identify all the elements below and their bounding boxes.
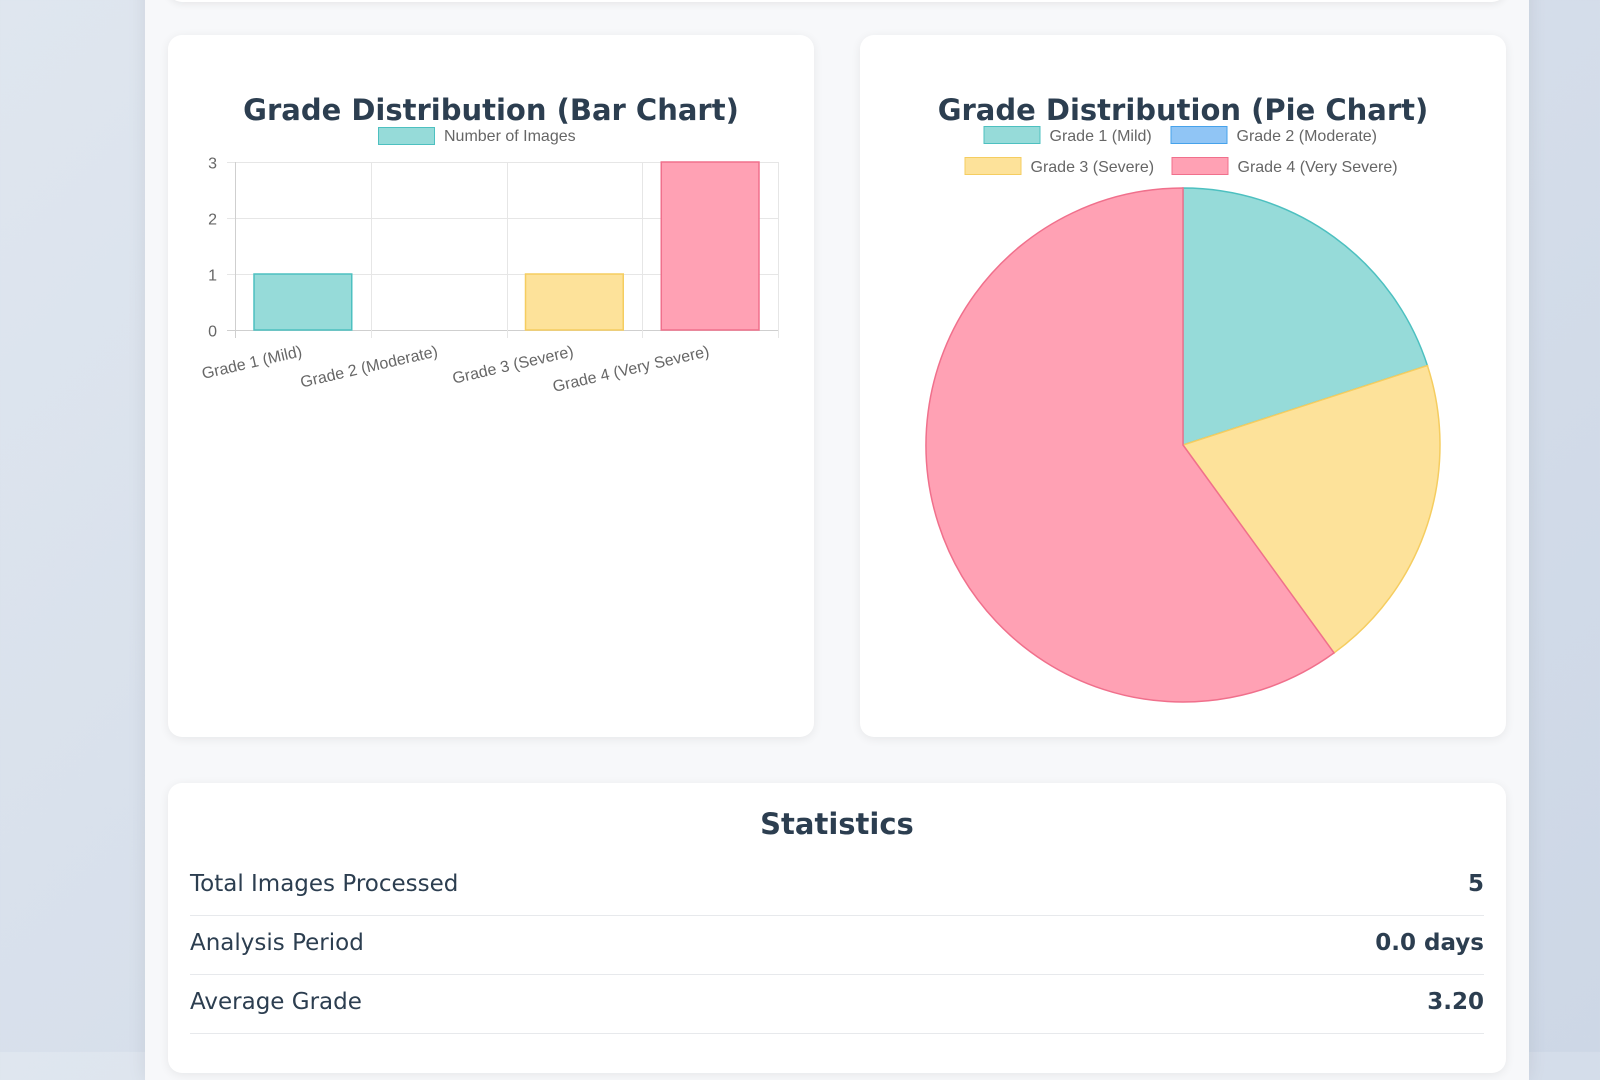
legend-label: Grade 1 (Mild): [1050, 128, 1152, 145]
legend-swatch-grade-3: [964, 157, 1022, 175]
bar-chart-card: Grade Distribution (Bar Chart) Number of…: [168, 35, 814, 737]
legend-label: Grade 3 (Severe): [1031, 159, 1155, 176]
x-tick-label: Grade 1 (Mild): [200, 343, 303, 383]
legend-swatch-grade-2: [1170, 126, 1228, 144]
x-tick-label: Grade 4 (Very Severe): [551, 343, 711, 396]
y-tick-label: 0: [208, 324, 217, 341]
bar-1: [253, 273, 353, 331]
bar-4: [660, 161, 760, 331]
stat-value: 5: [1467, 871, 1484, 897]
legend-swatch: [378, 127, 435, 145]
stat-row-total-images: Total Images Processed 5: [190, 857, 1484, 916]
bar-chart: Number of Images0123Grade 1 (Mild)Grade …: [200, 127, 779, 396]
pie-chart-card: Grade Distribution (Pie Chart) Grade 1 (…: [860, 35, 1506, 737]
stat-value: 3.20: [1427, 989, 1484, 1015]
legend-swatch-grade-1: [983, 126, 1041, 144]
previous-section-card: [168, 0, 1506, 2]
pie-chart: Grade 1 (Mild) Grade 2 (Moderate) Grade 3 …: [925, 126, 1441, 703]
statistics-card: Statistics Total Images Processed 5 Anal…: [168, 783, 1506, 1073]
legend-label: Grade 4 (Very Severe): [1238, 159, 1398, 176]
stat-value: 0.0 days: [1375, 930, 1484, 956]
legend-label: Number of Images: [444, 128, 576, 145]
legend-swatch-grade-4: [1171, 157, 1229, 175]
y-tick-label: 3: [208, 156, 217, 173]
stat-label: Average Grade: [190, 989, 362, 1015]
bar-3: [524, 273, 624, 331]
y-tick-label: 2: [208, 212, 217, 229]
stat-row-analysis-period: Analysis Period 0.0 days: [190, 916, 1484, 975]
y-tick-label: 1: [208, 268, 217, 285]
statistics-title: Statistics: [760, 807, 914, 841]
legend-label: Grade 2 (Moderate): [1237, 128, 1378, 145]
stat-row-average-grade: Average Grade 3.20: [190, 975, 1484, 1034]
stat-label: Total Images Processed: [190, 871, 459, 897]
stat-label: Analysis Period: [190, 930, 364, 956]
x-tick-label: Grade 2 (Moderate): [299, 343, 440, 391]
